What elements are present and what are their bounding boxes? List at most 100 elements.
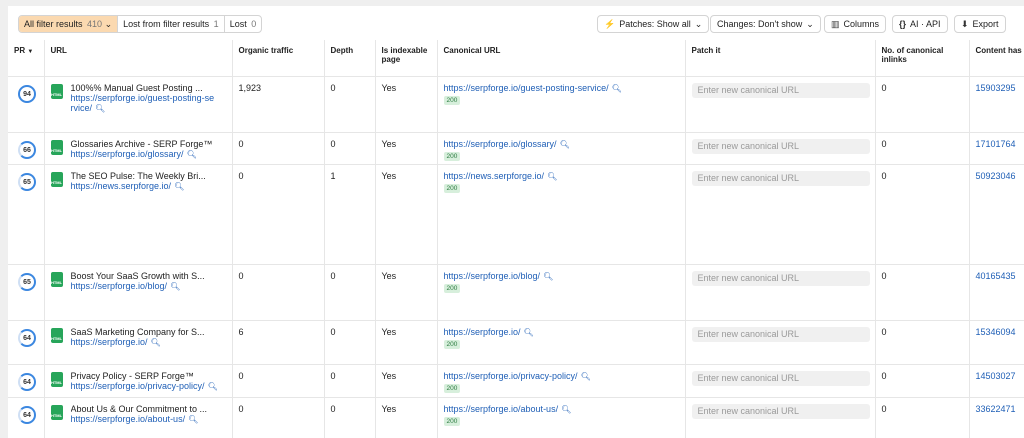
- columns-button[interactable]: ▥ Columns: [824, 15, 887, 33]
- html-file-icon: HTML: [50, 172, 63, 187]
- search-icon[interactable]: 🔍︎: [560, 140, 570, 149]
- page-url-link[interactable]: https://news.serpforge.io/: [71, 181, 172, 191]
- pr-score-ring: 64: [18, 406, 36, 424]
- canonical-url-link[interactable]: https://serpforge.io/guest-posting-servi…: [444, 83, 609, 93]
- canonical-inlinks: 0: [875, 264, 970, 321]
- canonical-url-link[interactable]: https://serpforge.io/glossary/: [444, 139, 557, 149]
- search-icon[interactable]: 🔍︎: [174, 182, 184, 191]
- html-file-icon: HTML: [50, 84, 63, 99]
- col-depth[interactable]: Depth: [324, 40, 376, 77]
- patch-canonical-input[interactable]: Enter new canonical URL: [691, 404, 870, 419]
- col-url[interactable]: URL: [44, 40, 233, 77]
- html-file-icon: HTML: [50, 405, 63, 420]
- patch-canonical-input[interactable]: Enter new canonical URL: [691, 371, 870, 386]
- results-table: PR ▼ URL Organic traffic Depth Is indexa…: [8, 40, 1024, 438]
- page-url-link[interactable]: https://serpforge.io/guest-posting-se rv…: [71, 93, 215, 113]
- depth: 0: [324, 76, 376, 133]
- url-block: Privacy Policy - SERP Forge™ https://ser…: [71, 371, 226, 391]
- patch-cell: Enter new canonical URL: [685, 264, 876, 321]
- tab-lost[interactable]: Lost 0: [225, 16, 262, 32]
- html-file-icon: HTML: [50, 372, 63, 387]
- patch-canonical-input[interactable]: Enter new canonical URL: [691, 139, 870, 154]
- is-indexable: Yes: [375, 320, 438, 365]
- page-url-link[interactable]: https://serpforge.io/: [71, 337, 148, 347]
- url-line: https://serpforge.io/glossary/🔍︎: [71, 149, 226, 159]
- search-icon[interactable]: 🔍︎: [547, 172, 557, 181]
- url-line: https://serpforge.io/guest-posting-se rv…: [71, 93, 226, 113]
- pr-score-ring: 94: [18, 85, 36, 103]
- table-row: 66 HTML Glossaries Archive - SERP Forge™…: [8, 132, 1024, 165]
- patch-cell: Enter new canonical URL: [685, 364, 876, 398]
- page-url-link[interactable]: https://serpforge.io/about-us/: [71, 414, 186, 424]
- col-inlinks[interactable]: No. of canonical inlinks: [875, 40, 970, 77]
- patch-canonical-input[interactable]: Enter new canonical URL: [691, 83, 870, 98]
- depth: 0: [324, 364, 376, 398]
- pr-score-ring: 65: [18, 273, 36, 291]
- tab-lost-from-filter[interactable]: Lost from filter results 1: [118, 16, 225, 32]
- is-indexable: Yes: [375, 132, 438, 165]
- url-block: About Us & Our Commitment to ... https:/…: [71, 404, 226, 424]
- pr-cell: 65: [8, 164, 45, 265]
- patch-cell: Enter new canonical URL: [685, 164, 876, 265]
- page-title: SaaS Marketing Company for S...: [70, 327, 205, 337]
- page-url-link[interactable]: https://serpforge.io/glossary/: [71, 149, 184, 159]
- ai-api-button[interactable]: {} AI · API: [892, 15, 948, 33]
- search-icon[interactable]: 🔍︎: [612, 84, 622, 93]
- export-button[interactable]: ⬇ Export: [954, 15, 1006, 33]
- search-icon[interactable]: 🔍︎: [151, 338, 161, 347]
- changes-dropdown[interactable]: Changes: Don't show ⌄: [710, 15, 821, 33]
- col-indexable[interactable]: Is indexable page: [375, 40, 438, 77]
- page-url-link[interactable]: https://serpforge.io/blog/: [71, 281, 168, 291]
- search-icon[interactable]: 🔍︎: [188, 415, 198, 424]
- pr-score: 64: [23, 411, 31, 419]
- search-icon[interactable]: 🔍︎: [543, 272, 553, 281]
- patches-dropdown[interactable]: ⚡ Patches: Show all ⌄: [597, 15, 710, 33]
- canonical-cell: https://serpforge.io/guest-posting-servi…: [437, 76, 686, 133]
- patch-canonical-input[interactable]: Enter new canonical URL: [691, 271, 870, 286]
- organic-traffic: 0: [232, 264, 325, 321]
- content-hash: 17101764: [969, 132, 1024, 165]
- canonical-url-link[interactable]: https://news.serpforge.io/: [444, 171, 545, 181]
- pr-score-ring: 66: [18, 141, 36, 159]
- organic-traffic: 6: [232, 320, 325, 365]
- toolbar: All filter results 410 ⌄ Lost from filte…: [8, 6, 1024, 40]
- pr-cell: 66: [8, 132, 45, 165]
- page-url-link[interactable]: https://serpforge.io/privacy-policy/: [71, 381, 205, 391]
- columns-icon: ▥: [831, 19, 840, 29]
- table-header: PR ▼ URL Organic traffic Depth Is indexa…: [8, 40, 1024, 77]
- patch-cell: Enter new canonical URL: [685, 76, 876, 133]
- col-content[interactable]: Content has: [969, 40, 1024, 77]
- status-badge: 200: [443, 152, 461, 161]
- content-hash: 33622471: [969, 397, 1024, 438]
- search-icon[interactable]: 🔍︎: [561, 405, 571, 414]
- canonical-url-link[interactable]: https://serpforge.io/about-us/: [444, 404, 559, 414]
- col-pr[interactable]: PR ▼: [8, 40, 45, 77]
- search-icon[interactable]: 🔍︎: [170, 282, 180, 291]
- ai-api-label: AI · API: [910, 19, 941, 29]
- col-label: Organic traffic: [238, 46, 294, 55]
- search-icon[interactable]: 🔍︎: [95, 104, 105, 113]
- col-organic-traffic[interactable]: Organic traffic: [232, 40, 325, 77]
- canonical-cell: https://serpforge.io/blog/🔍︎ 200: [437, 264, 686, 321]
- search-icon[interactable]: 🔍︎: [187, 150, 197, 159]
- organic-traffic: 0: [232, 132, 325, 165]
- col-canonical[interactable]: Canonical URL: [437, 40, 686, 77]
- search-icon[interactable]: 🔍︎: [208, 382, 218, 391]
- patch-canonical-input[interactable]: Enter new canonical URL: [691, 171, 870, 186]
- pr-cell: 94: [8, 76, 45, 133]
- canonical-url-link[interactable]: https://serpforge.io/: [444, 327, 521, 337]
- patch-canonical-input[interactable]: Enter new canonical URL: [691, 327, 870, 342]
- col-patch[interactable]: Patch it: [685, 40, 876, 77]
- depth: 0: [324, 320, 376, 365]
- search-icon[interactable]: 🔍︎: [524, 328, 534, 337]
- tab-label: All filter results: [24, 19, 83, 29]
- canonical-url-link[interactable]: https://serpforge.io/blog/: [444, 271, 541, 281]
- url-cell: HTML 100%% Manual Guest Posting ... http…: [44, 76, 233, 133]
- tab-all-filter-results[interactable]: All filter results 410 ⌄: [19, 16, 119, 32]
- depth: 1: [324, 164, 376, 265]
- canonical-url-link[interactable]: https://serpforge.io/privacy-policy/: [444, 371, 578, 381]
- organic-traffic: 0: [232, 397, 325, 438]
- table-row: 64 HTML Privacy Policy - SERP Forge™ htt…: [8, 364, 1024, 398]
- search-icon[interactable]: 🔍︎: [581, 372, 591, 381]
- status-badge: 200: [443, 384, 461, 393]
